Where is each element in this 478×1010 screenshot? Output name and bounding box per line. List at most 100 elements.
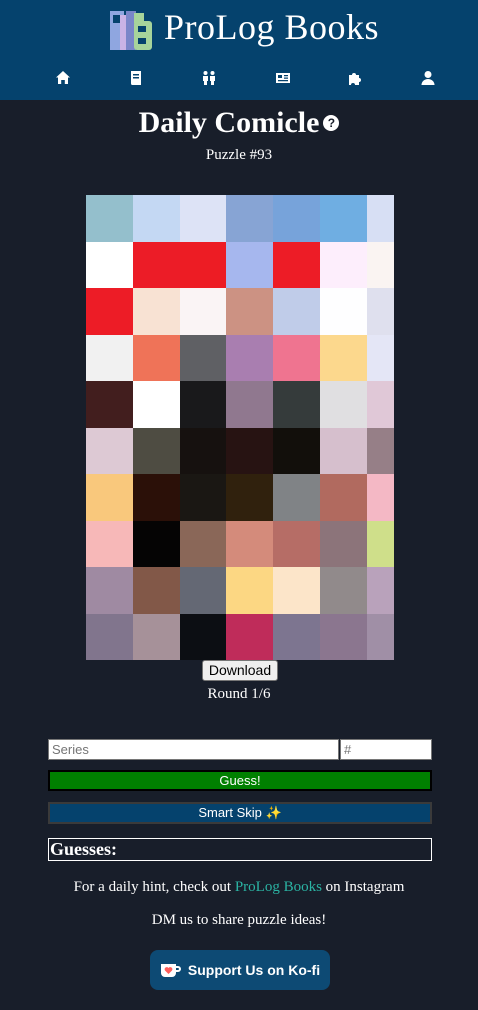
- help-icon[interactable]: ?: [323, 115, 340, 132]
- nav-books[interactable]: [124, 66, 148, 90]
- pixelated-comic-cover: [86, 195, 394, 660]
- pixel-cell: [180, 241, 226, 288]
- site-header: ProLog Books: [0, 0, 478, 100]
- pixel-cell: [320, 381, 367, 428]
- brand-name[interactable]: ProLog Books: [164, 6, 379, 48]
- pixel-cell: [367, 474, 394, 521]
- pixel-cell: [226, 334, 273, 381]
- pixel-cell: [367, 567, 394, 614]
- pixel-cell: [273, 381, 320, 428]
- pixel-cell: [180, 381, 226, 428]
- series-input[interactable]: [48, 739, 339, 760]
- page-title-text: Daily Comicle: [138, 106, 320, 139]
- pixel-cell: [226, 567, 273, 614]
- pixel-cell: [273, 613, 320, 660]
- puzzle-number: Puzzle #93: [205, 147, 273, 163]
- nav-puzzles[interactable]: [343, 66, 367, 90]
- pixel-cell: [133, 613, 180, 660]
- page-title: Daily Comicle?: [0, 106, 478, 140]
- guess-button[interactable]: Guess!: [48, 770, 432, 791]
- pixel-cell: [367, 334, 394, 381]
- pixel-cell: [133, 288, 180, 335]
- pixel-cell: [273, 567, 320, 614]
- pixel-cell: [133, 427, 180, 474]
- pixel-cell: [86, 195, 133, 242]
- pixel-cell: [226, 195, 273, 242]
- pixel-cell: [320, 520, 367, 567]
- pixel-cell: [133, 520, 180, 567]
- pixel-cell: [180, 334, 226, 381]
- pixel-cell: [133, 241, 180, 288]
- pixel-cell: [86, 381, 133, 428]
- pixel-cell: [133, 195, 180, 242]
- pixel-cell: [367, 613, 394, 660]
- pixel-cell: [320, 567, 367, 614]
- pixel-cell: [180, 427, 226, 474]
- pixel-cell: [86, 520, 133, 567]
- pixel-cell: [226, 381, 273, 428]
- nav-comics[interactable]: [271, 66, 295, 90]
- dm-text: DM us to share puzzle ideas!: [151, 912, 327, 928]
- pixel-cell: [86, 613, 133, 660]
- coffee-cup-icon: [160, 963, 181, 977]
- pixel-cell: [273, 520, 320, 567]
- pixel-cell: [367, 520, 394, 567]
- pixel-cell: [367, 195, 394, 242]
- download-button[interactable]: Download: [202, 660, 278, 681]
- nav-account[interactable]: [416, 66, 440, 90]
- comic-icon: [276, 73, 290, 83]
- pixel-cell: [226, 520, 273, 567]
- pixel-cell: [273, 241, 320, 288]
- pixel-cell: [180, 613, 226, 660]
- pixel-cell: [320, 427, 367, 474]
- prolog-books-logo[interactable]: [108, 9, 154, 52]
- hint-text: For a daily hint, check out ProLog Books…: [0, 879, 478, 896]
- puzzle-icon: [349, 73, 361, 85]
- nav-community[interactable]: [197, 66, 221, 90]
- main-nav: [0, 66, 478, 90]
- book-icon: [130, 71, 141, 85]
- pixel-cell: [180, 474, 226, 521]
- pixel-cell: [133, 334, 180, 381]
- pixel-cell: [226, 427, 273, 474]
- nav-home[interactable]: [51, 66, 75, 90]
- pixel-cell: [226, 613, 273, 660]
- pixel-cell: [133, 567, 180, 614]
- pixel-cell: [320, 288, 367, 335]
- pixel-cell: [367, 427, 394, 474]
- pixel-cell: [133, 381, 180, 428]
- pixel-cell: [86, 567, 133, 614]
- instagram-link[interactable]: ProLog Books: [235, 879, 322, 895]
- pixel-cell: [367, 381, 394, 428]
- pixel-cell: [320, 334, 367, 381]
- pixel-cell: [320, 195, 367, 242]
- pixel-cell: [180, 567, 226, 614]
- guesses-label: Guesses:: [50, 839, 117, 859]
- pixel-cell: [320, 474, 367, 521]
- pixel-cell: [273, 195, 320, 242]
- pixel-cell: [320, 241, 367, 288]
- issue-number-input[interactable]: [340, 739, 432, 760]
- guesses-box: Guesses:: [48, 838, 432, 861]
- pixel-cell: [226, 474, 273, 521]
- pixel-cell: [86, 334, 133, 381]
- hint-prefix: For a daily hint, check out: [73, 879, 235, 895]
- pixel-cell: [180, 195, 226, 242]
- smart-skip-button[interactable]: Smart Skip ✨: [48, 802, 432, 824]
- pixel-cell: [226, 241, 273, 288]
- pixel-cell: [273, 427, 320, 474]
- user-icon: [421, 71, 435, 85]
- pixel-cell: [273, 334, 320, 381]
- pixel-cell: [273, 474, 320, 521]
- pixel-cell: [86, 288, 133, 335]
- pixel-cell: [180, 288, 226, 335]
- kofi-button[interactable]: Support Us on Ko-fi: [150, 950, 330, 990]
- pixel-cell: [180, 520, 226, 567]
- people-icon: [203, 71, 215, 85]
- pixel-cell: [273, 288, 320, 335]
- pixel-cell: [86, 241, 133, 288]
- pixel-cell: [86, 474, 133, 521]
- pixel-cell: [86, 427, 133, 474]
- pixel-cell: [133, 474, 180, 521]
- hint-suffix: on Instagram: [321, 879, 405, 895]
